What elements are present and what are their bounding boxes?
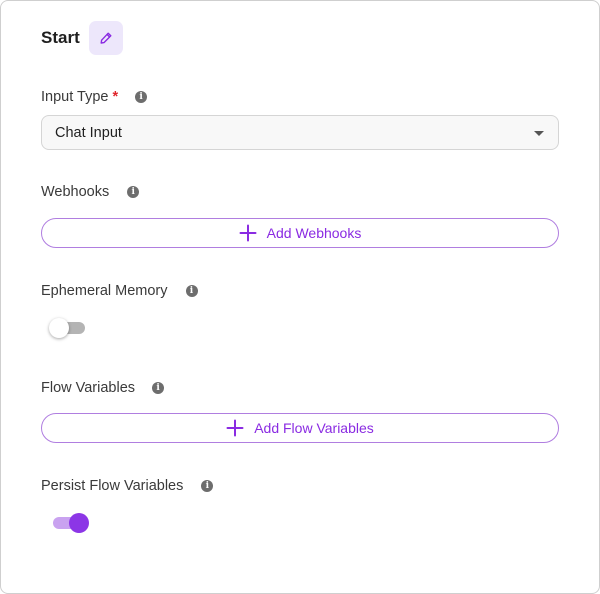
required-mark: *	[112, 89, 119, 105]
info-icon[interactable]: i	[135, 91, 148, 103]
add-flow-variables-button[interactable]: Add Flow Variables	[41, 413, 559, 443]
webhooks-label-row: Webhooks i	[41, 182, 140, 202]
add-webhooks-label: Add Webhooks	[266, 225, 362, 241]
panel-header: Start	[41, 21, 123, 55]
page-title: Start	[41, 28, 80, 47]
toggle-knob	[49, 318, 69, 338]
plus-icon	[226, 419, 244, 437]
info-icon[interactable]: i	[201, 480, 214, 492]
add-webhooks-button[interactable]: Add Webhooks	[41, 218, 559, 248]
persist-flow-variables-label-row: Persist Flow Variables i	[41, 476, 214, 496]
plus-icon	[239, 224, 257, 242]
ephemeral-memory-label-row: Ephemeral Memory i	[41, 281, 198, 301]
persist-flow-variables-toggle[interactable]	[53, 513, 89, 533]
ephemeral-memory-label: Ephemeral Memory	[41, 283, 168, 299]
input-type-label-row: Input Type * i	[41, 87, 148, 107]
flow-variables-label: Flow Variables	[41, 380, 136, 396]
start-node-panel: Start Input Type * i Chat Input Webhooks…	[0, 0, 600, 594]
edit-title-button[interactable]	[88, 21, 123, 55]
input-type-select[interactable]: Chat Input	[41, 115, 559, 150]
chevron-down-icon	[534, 131, 544, 136]
input-type-label: Input Type	[41, 89, 109, 105]
webhooks-label: Webhooks	[41, 184, 110, 200]
add-flow-variables-label: Add Flow Variables	[254, 420, 374, 436]
pencil-icon	[99, 31, 113, 45]
info-icon[interactable]: i	[127, 186, 140, 198]
input-type-value: Chat Input	[55, 124, 122, 141]
flow-variables-label-row: Flow Variables i	[41, 378, 165, 398]
ephemeral-memory-toggle[interactable]	[49, 318, 87, 338]
info-icon[interactable]: i	[185, 285, 198, 297]
toggle-knob	[69, 513, 89, 533]
info-icon[interactable]: i	[152, 382, 165, 394]
persist-flow-variables-label: Persist Flow Variables	[41, 478, 184, 494]
